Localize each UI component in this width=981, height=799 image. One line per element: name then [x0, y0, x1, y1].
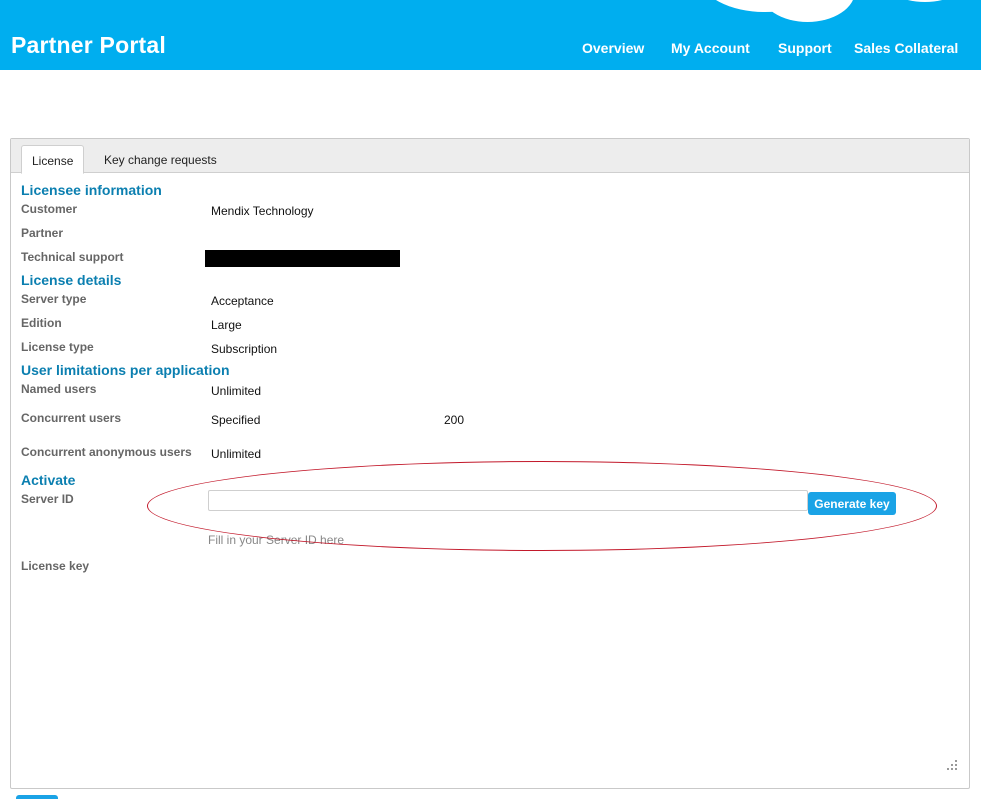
customer-label: Customer	[21, 202, 78, 216]
tab-bar: License Key change requests	[11, 139, 969, 174]
concurrent-users-label: Concurrent users	[21, 411, 122, 425]
edition-value: Large	[211, 318, 242, 332]
concurrent-users-value: Specified	[211, 413, 261, 427]
server-id-input[interactable]	[208, 490, 808, 511]
concurrent-anonymous-value: Unlimited	[211, 447, 262, 461]
cloud-decoration	[760, 0, 855, 22]
server-id-hint: Fill in your Server ID here	[208, 533, 345, 547]
edition-label: Edition	[21, 316, 62, 330]
nav-my-account[interactable]: My Account	[671, 40, 750, 56]
portal-title: Partner Portal	[11, 32, 166, 58]
nav-overview[interactable]: Overview	[582, 40, 644, 56]
cloud-decoration	[880, 0, 970, 2]
server-type-label: Server type	[21, 292, 87, 306]
nav-sales-collateral[interactable]: Sales Collateral	[854, 40, 958, 56]
named-users-value: Unlimited	[211, 384, 262, 398]
concurrent-users-count: 200	[444, 413, 465, 427]
license-type-value: Subscription	[211, 342, 278, 356]
tab-license[interactable]: License	[21, 145, 85, 174]
bottom-button[interactable]	[16, 795, 58, 799]
top-header: Partner Portal Overview My Account Suppo…	[0, 0, 981, 70]
technical-support-label: Technical support	[21, 250, 124, 264]
generate-key-button[interactable]: Generate key	[808, 492, 896, 515]
licensee-heading: Licensee information	[21, 182, 162, 198]
nav-support[interactable]: Support	[778, 40, 832, 56]
license-type-label: License type	[21, 340, 94, 354]
named-users-label: Named users	[21, 382, 97, 396]
server-type-value: Acceptance	[211, 294, 274, 308]
partner-label: Partner	[21, 226, 64, 240]
user-limitations-heading: User limitations per application	[21, 362, 230, 378]
customer-value: Mendix Technology	[211, 204, 314, 218]
server-id-label: Server ID	[21, 492, 74, 506]
activate-heading: Activate	[21, 472, 76, 488]
concurrent-anonymous-label: Concurrent anonymous users	[21, 445, 192, 459]
redacted-value	[205, 250, 400, 267]
license-details-heading: License details	[21, 272, 122, 288]
tab-key-change-requests[interactable]: Key change requests	[94, 145, 227, 173]
license-key-label: License key	[21, 559, 90, 573]
license-panel: License Key change requests Licensee inf…	[10, 138, 970, 789]
resize-grip-icon[interactable]	[947, 760, 959, 772]
